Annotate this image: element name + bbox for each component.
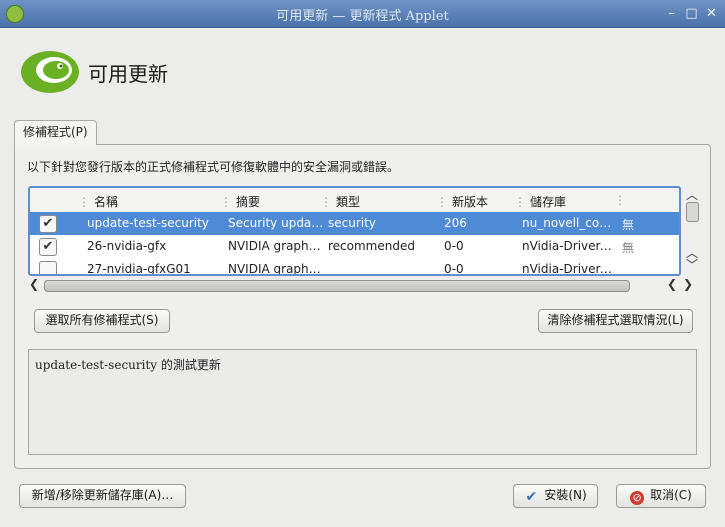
patch-list[interactable]: ⋮ 名稱 ⋮ 摘要 ⋮ 類型 ⋮ 新版本 ⋮ 儲存庫 ⋮ ✔ update-test-se… [28, 186, 681, 276]
row-summary: Security upda… [228, 216, 324, 230]
row-version: 0-0 [444, 262, 464, 276]
cancel-label: 取消(C) [650, 488, 692, 502]
horizontal-scrollbar[interactable]: ❮ ❮ ❯ [28, 276, 695, 294]
list-header: ⋮ 名稱 ⋮ 摘要 ⋮ 類型 ⋮ 新版本 ⋮ 儲存庫 ⋮ [30, 188, 679, 213]
row-type: security [328, 216, 376, 230]
column-name[interactable]: ⋮ 名稱 [78, 193, 118, 210]
patch-details: update-test-security 的測試更新 [28, 349, 697, 455]
scroll-left-icon[interactable]: ❮ [24, 277, 44, 291]
row-name: update-test-security [87, 216, 209, 230]
vertical-scrollbar[interactable]: ︿ ︿ ﹀ [682, 186, 702, 272]
column-version[interactable]: ⋮ 新版本 [436, 193, 488, 210]
row-name: 26-nvidia-gfx [87, 239, 167, 253]
row-name: 27-nvidia-gfxG01 [87, 262, 191, 276]
update-window: 可用更新 修補程式(P) 以下針對您發行版本的正式修補程式可修復軟體中的安全漏洞… [0, 28, 725, 527]
row-summary: NVIDIA graph… [228, 239, 321, 253]
page-title: 可用更新 [88, 62, 168, 86]
maximize-button[interactable]: □ [684, 6, 699, 21]
row-type: recommended [328, 239, 415, 253]
table-row[interactable]: ✔ 26-nvidia-gfx NVIDIA graph… recommende… [30, 235, 679, 258]
column-repository[interactable]: ⋮ 儲存庫 [514, 193, 566, 210]
install-label: 安裝(N) [544, 488, 587, 502]
horizontal-scroll-thumb[interactable] [44, 280, 630, 292]
select-all-patches-button[interactable]: 選取所有修補程式(S) [34, 309, 170, 333]
check-icon[interactable]: ✔ [39, 215, 57, 233]
column-extra[interactable]: ⋮ [614, 193, 630, 207]
column-summary[interactable]: ⋮ 摘要 [220, 193, 260, 210]
install-button[interactable]: ✔ 安裝(N) [513, 484, 598, 508]
table-row[interactable]: ✔ update-test-security Security upda… se… [30, 212, 679, 235]
scroll-down-icon[interactable]: ﹀ [682, 256, 702, 273]
row-extra: 無 [622, 241, 635, 255]
scroll-right-icon[interactable]: ❯ [678, 277, 698, 291]
cancel-icon: ⊘ [630, 491, 645, 505]
table-row[interactable]: 27-nvidia-gfxG01 NVIDIA graph… 0-0 nVidi… [30, 258, 679, 276]
install-check-icon: ✔ [525, 489, 538, 505]
patches-description: 以下針對您發行版本的正式修補程式可修復軟體中的安全漏洞或錯誤。 [27, 160, 400, 174]
opensuse-logo-icon [21, 51, 79, 93]
minimize-button[interactable]: – [664, 6, 679, 21]
window-title: 可用更新 — 更新程式 Applet [276, 9, 449, 24]
tab-patches[interactable]: 修補程式(P) [14, 120, 97, 145]
check-icon[interactable] [39, 261, 57, 274]
scroll-up-icon[interactable]: ︿ [682, 186, 702, 203]
patches-panel: 以下針對您發行版本的正式修補程式可修復軟體中的安全漏洞或錯誤。 ⋮ 名稱 ⋮ 摘要 … [14, 144, 711, 469]
title-bar[interactable]: 可用更新 — 更新程式 Applet – □ ✕ [0, 0, 725, 28]
check-icon[interactable]: ✔ [39, 238, 57, 256]
column-type[interactable]: ⋮ 類型 [320, 193, 360, 210]
row-repository: nVidia-Driver-… [522, 239, 614, 253]
row-repository: nu_novell_co… [522, 216, 612, 230]
row-version: 0-0 [444, 239, 464, 253]
row-version: 206 [444, 216, 467, 230]
details-text: update-test-security 的測試更新 [35, 358, 221, 372]
horizontal-scroll-track[interactable] [44, 280, 664, 292]
row-repository: nVidia-Driver-… [522, 262, 614, 276]
close-button[interactable]: ✕ [704, 6, 719, 21]
cancel-button[interactable]: ⊘ 取消(C) [616, 484, 706, 508]
manage-repositories-button[interactable]: 新增/移除更新儲存庫(A)… [19, 484, 186, 508]
clear-selection-button[interactable]: 清除修補程式選取情況(L) [538, 309, 693, 333]
row-summary: NVIDIA graph… [228, 262, 321, 276]
row-extra: 無 [622, 218, 635, 232]
vertical-scroll-thumb[interactable] [686, 202, 699, 222]
